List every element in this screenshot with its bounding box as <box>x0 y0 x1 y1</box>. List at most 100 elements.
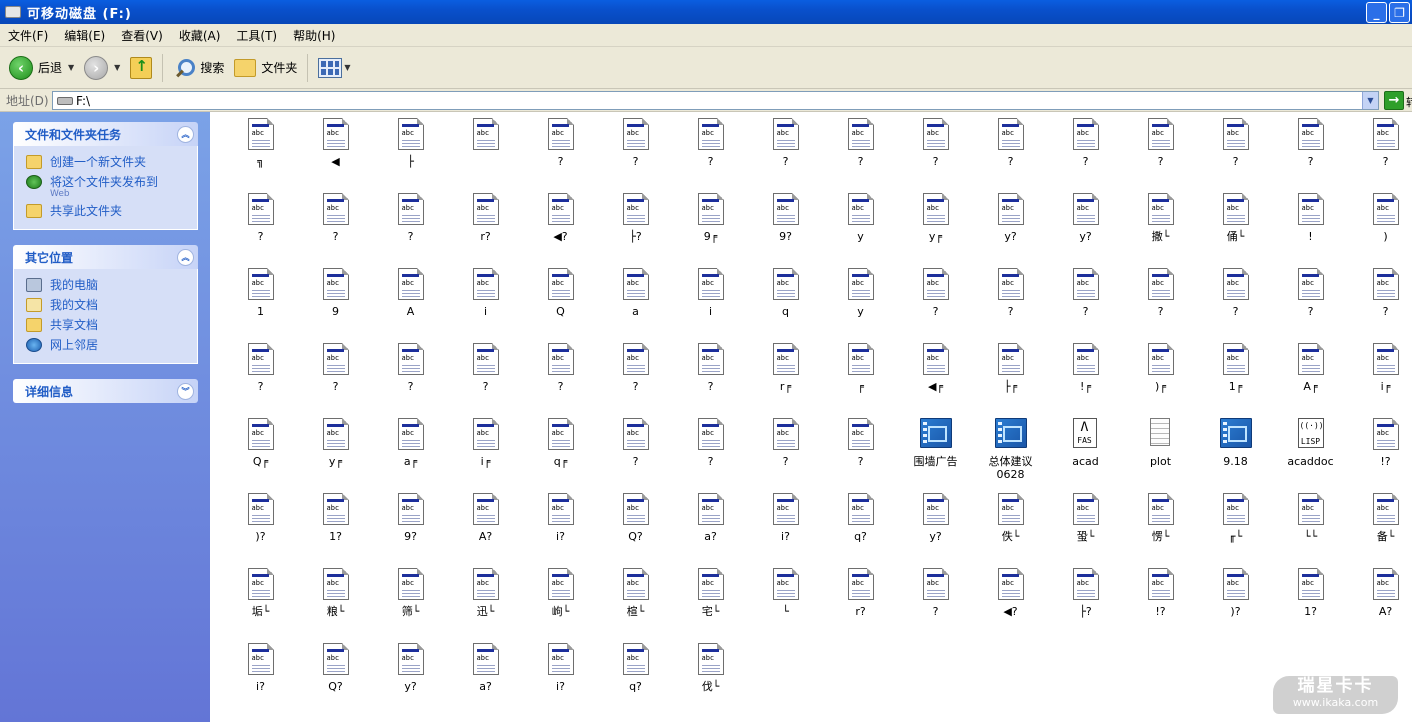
file-item[interactable]: abc r? <box>823 564 898 639</box>
file-item[interactable]: abc y? <box>373 639 448 714</box>
file-item[interactable]: abc 楦└ <box>598 564 673 639</box>
file-item[interactable]: LISP acaddoc <box>1273 414 1348 489</box>
views-button[interactable]: ▼ <box>313 52 355 84</box>
file-item[interactable]: abc ├╒ <box>973 339 1048 414</box>
file-item[interactable]: abc 备└ <box>1348 489 1412 564</box>
file-item[interactable]: abc? <box>673 414 748 489</box>
file-item[interactable]: abc y╒ <box>298 414 373 489</box>
file-item[interactable]: abc? <box>448 339 523 414</box>
task-share-folder[interactable]: 共享此文件夹 <box>26 203 189 219</box>
address-dropdown-icon[interactable]: ▼ <box>1362 92 1378 109</box>
file-item[interactable]: abc? <box>523 339 598 414</box>
up-button[interactable] <box>125 52 157 84</box>
file-item[interactable]: abc!? <box>1348 414 1412 489</box>
file-item[interactable]: abc ◀? <box>973 564 1048 639</box>
file-item[interactable]: abc <box>448 114 523 189</box>
file-item[interactable]: abc? <box>1123 264 1198 339</box>
menu-view[interactable]: 查看(V) <box>113 27 171 44</box>
file-item[interactable]: abc 垢└ <box>223 564 298 639</box>
file-item[interactable]: abc └ <box>748 564 823 639</box>
file-item[interactable]: abc 愣└ <box>1123 489 1198 564</box>
file-item[interactable]: abc? <box>898 264 973 339</box>
file-item[interactable]: abc? <box>748 414 823 489</box>
file-item[interactable]: abc 粮└ <box>298 564 373 639</box>
file-item[interactable]: abc ├? <box>598 189 673 264</box>
file-item[interactable]: abc ╓└ <box>1198 489 1273 564</box>
file-item[interactable]: abc? <box>973 264 1048 339</box>
file-item[interactable]: abc 1╒ <box>1198 339 1273 414</box>
place-my-computer[interactable]: 我的电脑 <box>26 277 189 293</box>
file-item[interactable]: abc y? <box>973 189 1048 264</box>
file-item[interactable]: abc 伐└ <box>673 639 748 714</box>
file-item[interactable]: abc? <box>523 114 598 189</box>
file-item[interactable]: abc A? <box>1348 564 1412 639</box>
collapse-icon[interactable]: ︽ <box>177 125 194 143</box>
file-item[interactable]: abc 宅└ <box>673 564 748 639</box>
file-item[interactable]: abc 蛩└ <box>1048 489 1123 564</box>
file-item[interactable]: abc i? <box>523 489 598 564</box>
file-item[interactable]: abc a? <box>448 639 523 714</box>
file-item[interactable]: abc Q? <box>298 639 373 714</box>
file-item[interactable]: abc ├? <box>1048 564 1123 639</box>
file-item[interactable]: abc i <box>448 264 523 339</box>
file-item[interactable]: abc Q <box>523 264 598 339</box>
file-tasks-header[interactable]: 文件和文件夹任务 ︽ <box>13 122 198 146</box>
file-item[interactable]: abc 9╒ <box>673 189 748 264</box>
file-item[interactable]: abc? <box>1273 264 1348 339</box>
file-item[interactable]: abc? <box>898 564 973 639</box>
file-item[interactable]: abc 9? <box>748 189 823 264</box>
file-item[interactable]: abc 迅└ <box>448 564 523 639</box>
forward-dropdown-icon[interactable]: ▼ <box>114 63 120 72</box>
file-item[interactable]: FAS acad <box>1048 414 1123 489</box>
folders-button[interactable]: 文件夹 <box>229 52 302 84</box>
back-button[interactable]: ‹ 后退 ▼ <box>4 52 79 84</box>
file-item[interactable]: abc? <box>748 114 823 189</box>
other-places-header[interactable]: 其它位置 ︽ <box>13 245 198 269</box>
collapse-icon[interactable]: ︽ <box>177 248 194 266</box>
search-button[interactable]: 搜索 <box>168 52 229 84</box>
file-item[interactable]: abc ╗ <box>223 114 298 189</box>
file-item[interactable]: abc? <box>298 189 373 264</box>
file-item[interactable]: abc 岣└ <box>523 564 598 639</box>
file-item[interactable]: abc y? <box>898 489 973 564</box>
file-item[interactable]: abc? <box>1048 264 1123 339</box>
file-item[interactable]: abc)╒ <box>1123 339 1198 414</box>
back-dropdown-icon[interactable]: ▼ <box>68 63 74 72</box>
file-item[interactable]: abc 筛└ <box>373 564 448 639</box>
file-item[interactable]: abc i <box>673 264 748 339</box>
file-item[interactable]: abc? <box>223 189 298 264</box>
forward-button[interactable]: › ▼ <box>79 52 125 84</box>
file-item[interactable]: abc ╒ <box>823 339 898 414</box>
file-item[interactable]: 9.18 <box>1198 414 1273 489</box>
minimize-button[interactable]: _ <box>1366 2 1387 23</box>
file-item[interactable]: 围墙广告 <box>898 414 973 489</box>
file-item[interactable]: abc i? <box>523 639 598 714</box>
file-item[interactable]: abc q? <box>823 489 898 564</box>
place-shared-documents[interactable]: 共享文档 <box>26 317 189 333</box>
file-item[interactable]: abc? <box>673 114 748 189</box>
file-item[interactable]: abc 佚└ <box>973 489 1048 564</box>
file-item[interactable]: abc Q╒ <box>223 414 298 489</box>
file-item[interactable]: abc i? <box>748 489 823 564</box>
file-item[interactable]: abc? <box>373 339 448 414</box>
file-item[interactable]: abc !╒ <box>1048 339 1123 414</box>
file-item[interactable]: abc! <box>1273 189 1348 264</box>
file-item[interactable]: abc? <box>673 339 748 414</box>
file-item[interactable]: abc A? <box>448 489 523 564</box>
file-item[interactable]: abc? <box>598 114 673 189</box>
file-item[interactable]: abc? <box>298 339 373 414</box>
file-item[interactable]: abc? <box>1198 114 1273 189</box>
go-button[interactable]: → <box>1384 91 1404 110</box>
file-item[interactable]: abc? <box>898 114 973 189</box>
file-item[interactable]: 总体建议 0628 <box>973 414 1048 489</box>
maximize-button[interactable]: ❐ <box>1389 2 1410 23</box>
task-publish-web[interactable]: 将这个文件夹发布到 Web <box>26 174 189 199</box>
file-item[interactable]: abc ├ <box>373 114 448 189</box>
file-item[interactable]: abc i? <box>223 639 298 714</box>
file-item[interactable]: abc y? <box>1048 189 1123 264</box>
details-header[interactable]: 详细信息 ︾ <box>13 379 198 403</box>
file-item[interactable]: abc y <box>823 264 898 339</box>
file-item[interactable]: abc A╒ <box>1273 339 1348 414</box>
file-item[interactable]: abc? <box>373 189 448 264</box>
file-item[interactable]: abc 俑└ <box>1198 189 1273 264</box>
